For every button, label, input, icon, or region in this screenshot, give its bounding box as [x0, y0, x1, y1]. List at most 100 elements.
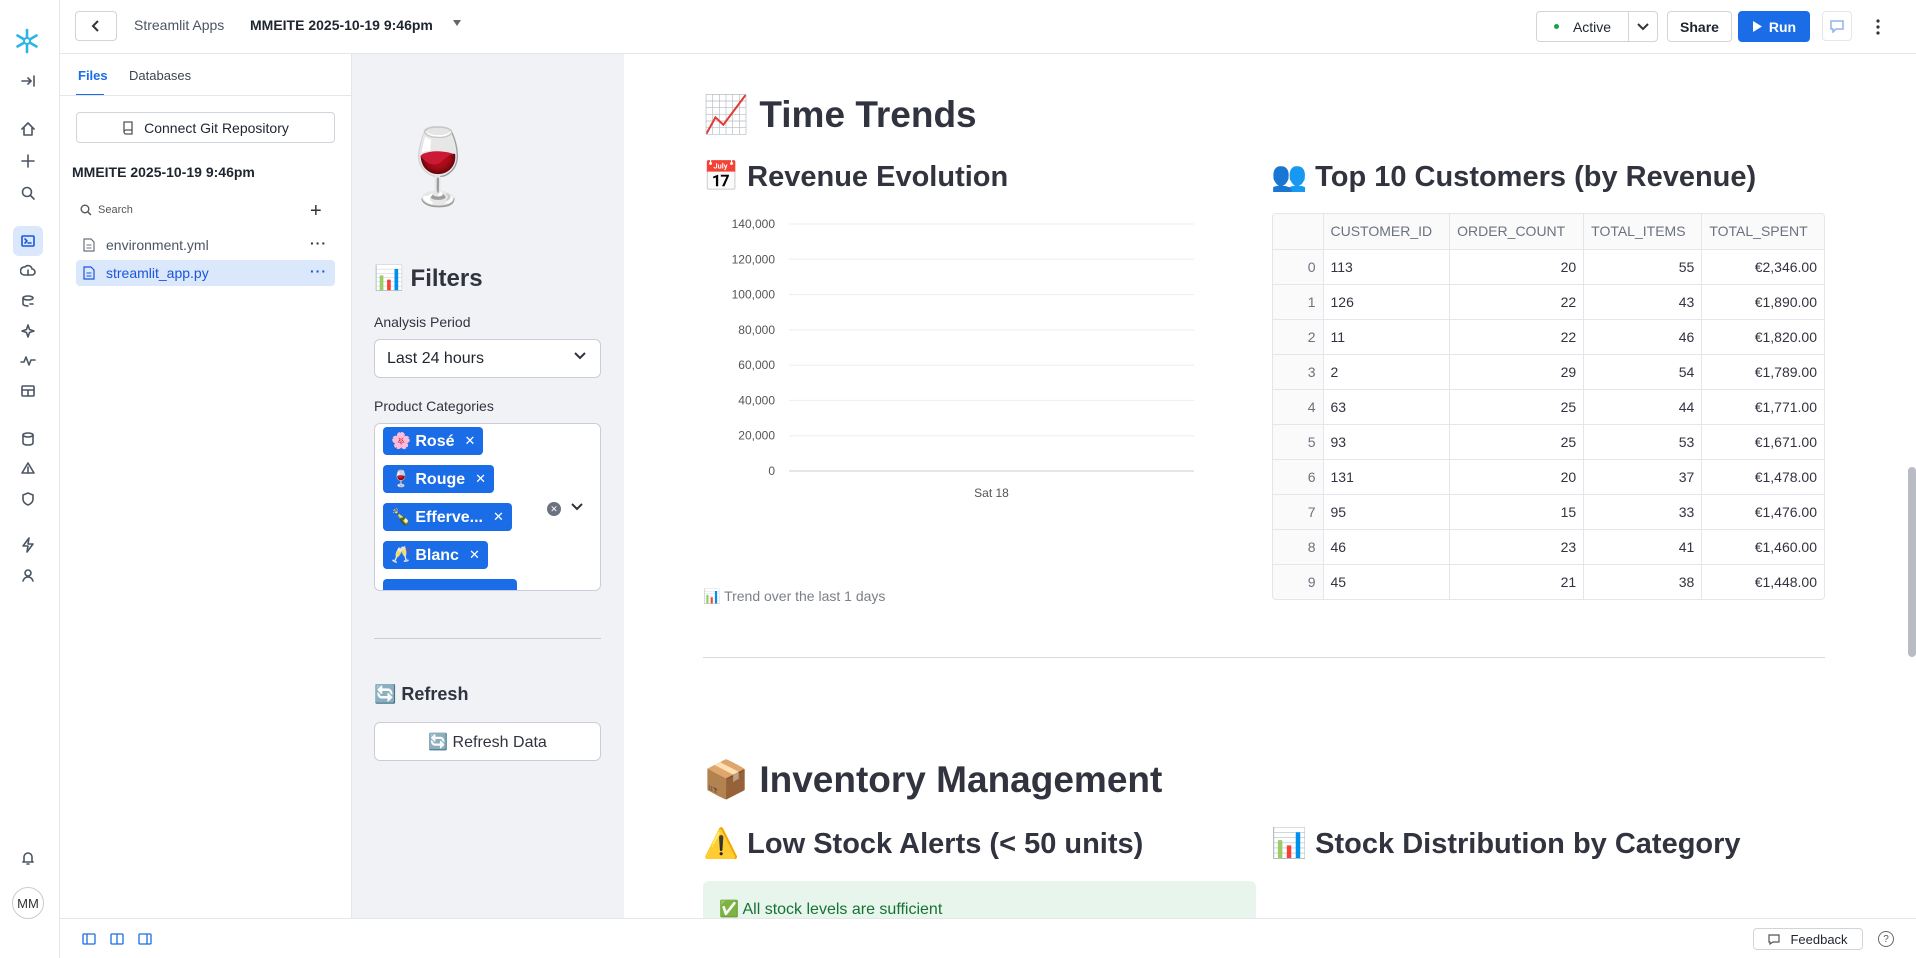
chip-label: 🥂 Blanc — [391, 547, 459, 564]
chat-icon — [1830, 20, 1844, 33]
toggle-split-panel-icon[interactable] — [110, 932, 124, 946]
y-tick-label: 60,000 — [738, 358, 775, 372]
compute-icon[interactable] — [13, 454, 43, 484]
table-row[interactable]: 8 46 23 41 €1,460.00 — [1273, 528, 1824, 564]
column-header[interactable]: TOTAL_ITEMS — [1583, 214, 1702, 250]
refresh-data-button[interactable]: 🔄 Refresh Data — [374, 722, 601, 761]
column-header[interactable]: ORDER_COUNT — [1449, 214, 1584, 250]
chevron-down-icon[interactable] — [571, 503, 583, 511]
bell-icon[interactable] — [13, 843, 43, 873]
more-options-button[interactable] — [1868, 15, 1888, 39]
clear-all-icon[interactable]: ✕ — [547, 502, 561, 516]
scrollbar-thumb[interactable] — [1908, 467, 1916, 657]
connect-git-button[interactable]: Connect Git Repository — [76, 112, 335, 143]
chat-button[interactable] — [1822, 11, 1852, 41]
database-icon[interactable] — [13, 424, 43, 454]
x-tick-label: Sat 18 — [974, 486, 1009, 500]
kebab-icon — [1876, 19, 1880, 35]
ai-ml-icon[interactable] — [13, 316, 43, 346]
remove-chip-icon[interactable]: ✕ — [475, 471, 486, 487]
remove-chip-icon[interactable]: ✕ — [493, 509, 504, 525]
table-row[interactable]: 4 63 25 44 €1,771.00 — [1273, 388, 1824, 424]
y-tick-label: 80,000 — [738, 323, 775, 337]
remove-chip-icon[interactable]: ✕ — [465, 433, 476, 449]
category-chip[interactable]: 🍷 Rouge ✕ — [383, 465, 495, 493]
remove-chip-icon[interactable]: ✕ — [469, 547, 480, 563]
admin-icon[interactable] — [13, 560, 43, 590]
help-icon[interactable]: ? — [1878, 931, 1894, 947]
file-more-icon[interactable]: ··· — [310, 235, 327, 251]
expand-sidebar-icon[interactable] — [13, 66, 43, 96]
category-chip-partial[interactable] — [383, 579, 517, 590]
file-item-streamlit-app[interactable]: streamlit_app.py ··· — [76, 260, 335, 286]
snowflake-logo[interactable] — [14, 28, 40, 59]
home-icon[interactable] — [13, 114, 43, 144]
table-cell: 131 — [1322, 458, 1450, 494]
table-cell: 2 — [1322, 353, 1450, 389]
column-header[interactable] — [1273, 214, 1323, 250]
tab-files[interactable]: Files — [78, 68, 108, 83]
category-chip[interactable]: 🥂 Blanc ✕ — [383, 541, 488, 569]
add-file-icon[interactable]: + — [310, 200, 322, 223]
low-stock-heading: ⚠️ Low Stock Alerts (< 50 units) — [703, 828, 1144, 860]
bottom-bar: Feedback ? — [60, 918, 1916, 958]
back-button[interactable] — [75, 11, 117, 41]
top-customers-table[interactable]: CUSTOMER_ID ORDER_COUNT TOTAL_ITEMS TOTAL_S… — [1272, 213, 1825, 600]
file-item-environment[interactable]: environment.yml ··· — [76, 232, 335, 258]
table-row[interactable]: 7 95 15 33 €1,476.00 — [1273, 493, 1824, 529]
monitoring-icon[interactable] — [13, 346, 43, 376]
breadcrumb[interactable]: Streamlit Apps — [134, 17, 224, 33]
table-row[interactable]: 0 113 20 55 €2,346.00 — [1273, 248, 1824, 284]
table-cell: 54 — [1583, 353, 1702, 389]
table-row[interactable]: 9 45 21 38 €1,448.00 — [1273, 563, 1824, 599]
status-dot-icon — [1553, 24, 1559, 29]
revenue-chart[interactable]: 0 20,000 40,000 60,000 80,000 100,000 120,000 1… — [694, 209, 1194, 509]
file-more-icon[interactable]: ··· — [310, 263, 327, 279]
main-content: 📈 Time Trends 📅 Revenue Evolution 👥 Top … — [624, 54, 1916, 937]
column-header[interactable]: CUSTOMER_ID — [1322, 214, 1450, 250]
data-products-icon[interactable] — [13, 256, 43, 286]
period-value: Last 24 hours — [387, 350, 484, 367]
table-row[interactable]: 1 126 22 43 €1,890.00 — [1273, 283, 1824, 319]
status-dropdown-button[interactable] — [1628, 11, 1658, 42]
toggle-right-panel-icon[interactable] — [138, 932, 152, 946]
table-row[interactable]: 3 2 29 54 €1,789.00 — [1273, 353, 1824, 389]
projects-icon[interactable] — [13, 226, 43, 256]
app-title[interactable]: MMEITE 2025-10-19 9:46pm — [250, 17, 433, 33]
feedback-icon — [1768, 933, 1781, 945]
avatar[interactable]: MM — [12, 887, 44, 919]
table-cell: 113 — [1322, 248, 1450, 284]
table-row[interactable]: 2 11 22 46 €1,820.00 — [1273, 318, 1824, 354]
table-cell: €1,771.00 — [1701, 388, 1824, 424]
bolt-icon[interactable] — [13, 530, 43, 560]
y-tick-label: 40,000 — [738, 393, 775, 407]
ingestion-icon[interactable] — [13, 286, 43, 316]
plus-icon[interactable] — [13, 146, 43, 176]
row-index: 6 — [1273, 458, 1323, 494]
analysis-period-select[interactable]: Last 24 hours — [374, 339, 601, 378]
tab-databases[interactable]: Databases — [129, 68, 191, 83]
table-cell: 46 — [1322, 528, 1450, 564]
file-name: environment.yml — [106, 237, 209, 253]
file-search[interactable]: Search — [80, 204, 133, 216]
wine-glass-logo: 🍷 — [392, 125, 485, 208]
caret-down-icon[interactable] — [453, 20, 461, 26]
toggle-left-panel-icon[interactable] — [82, 932, 96, 946]
table-cell: 33 — [1583, 493, 1702, 529]
time-trends-heading: 📈 Time Trends — [703, 94, 977, 135]
table-row[interactable]: 6 131 20 37 €1,478.00 — [1273, 458, 1824, 494]
marketplace-icon[interactable] — [13, 376, 43, 406]
file-icon — [83, 266, 95, 280]
product-categories-multiselect[interactable]: 🌸 Rosé ✕ 🍷 Rouge ✕ 🍾 Efferve... ✕ 🥂 Blanc ✕ … — [374, 423, 601, 591]
feedback-button[interactable]: Feedback — [1753, 928, 1863, 950]
search-icon[interactable] — [13, 178, 43, 208]
table-row[interactable]: 5 93 25 53 €1,671.00 — [1273, 423, 1824, 459]
category-chip[interactable]: 🌸 Rosé ✕ — [383, 427, 484, 455]
shield-icon[interactable] — [13, 484, 43, 514]
status-button[interactable]: Active — [1536, 11, 1629, 42]
left-rail: MM — [0, 0, 60, 958]
column-header[interactable]: TOTAL_SPENT — [1701, 214, 1824, 250]
run-button[interactable]: Run — [1738, 11, 1810, 42]
category-chip[interactable]: 🍾 Efferve... ✕ — [383, 503, 512, 531]
share-button[interactable]: Share — [1667, 11, 1732, 42]
